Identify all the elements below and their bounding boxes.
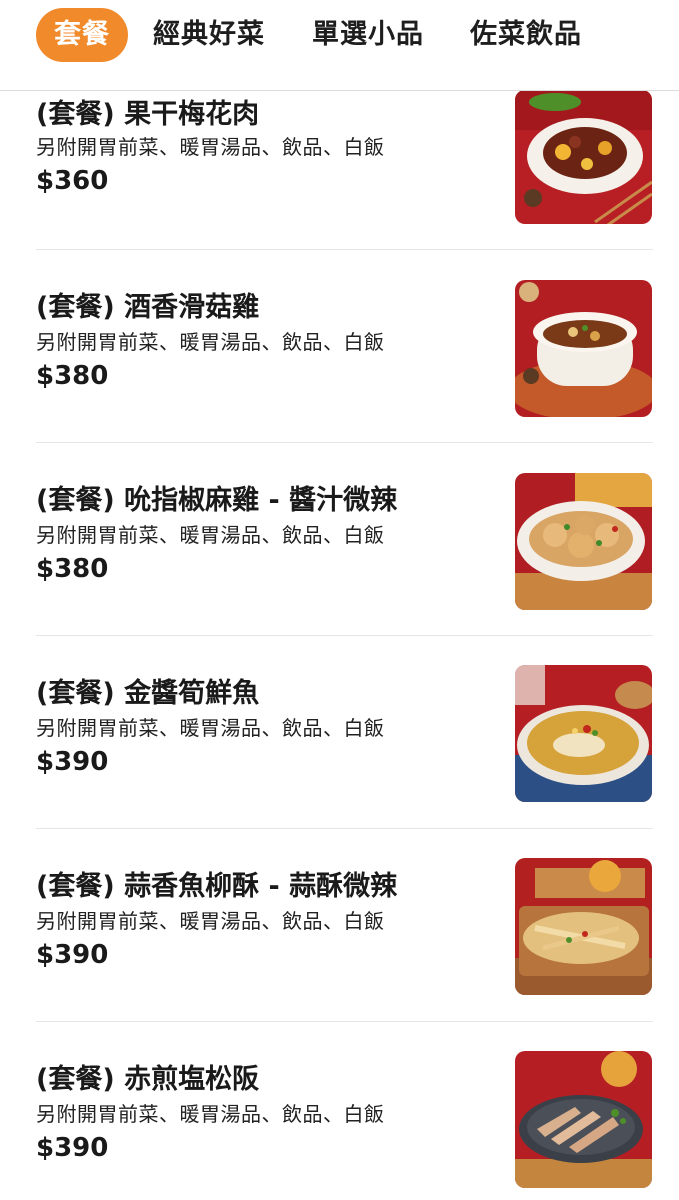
dish-photo[interactable] — [515, 280, 652, 417]
item-name: (套餐) 蒜香魚柳酥 - 蒜酥微辣 — [36, 871, 398, 902]
dish-photo[interactable] — [515, 473, 652, 610]
dish-photo[interactable] — [515, 90, 652, 224]
item-name: (套餐) 赤煎塩松阪 — [36, 1064, 260, 1095]
divider — [36, 828, 653, 829]
divider — [36, 249, 653, 250]
menu-item[interactable]: (套餐) 果干梅花肉 另附開胃前菜、暖胃湯品、飲品、白飯 $360 — [0, 90, 679, 282]
dish-photo[interactable] — [515, 858, 652, 995]
item-name: (套餐) 酒香滑菇雞 — [36, 292, 260, 323]
item-name: (套餐) 金醬筍鮮魚 — [36, 678, 260, 709]
item-name: (套餐) 果干梅花肉 — [36, 99, 260, 130]
item-description: 另附開胃前菜、暖胃湯品、飲品、白飯 — [36, 909, 385, 933]
item-price: $390 — [36, 1133, 109, 1163]
item-price: $390 — [36, 940, 109, 970]
tab-sides-drinks[interactable]: 佐菜飲品 — [470, 8, 582, 62]
menu-item[interactable]: (套餐) 金醬筍鮮魚 另附開胃前菜、暖胃湯品、飲品、白飯 $390 — [0, 665, 679, 863]
item-price: $360 — [36, 166, 109, 196]
divider — [36, 442, 653, 443]
item-description: 另附開胃前菜、暖胃湯品、飲品、白飯 — [36, 135, 385, 159]
menu-item[interactable]: (套餐) 蒜香魚柳酥 - 蒜酥微辣 另附開胃前菜、暖胃湯品、飲品、白飯 $390 — [0, 858, 679, 1056]
menu-item[interactable]: (套餐) 吮指椒麻雞 - 醬汁微辣 另附開胃前菜、暖胃湯品、飲品、白飯 $380 — [0, 473, 679, 670]
item-price: $390 — [36, 747, 109, 777]
item-price: $380 — [36, 554, 109, 584]
item-description: 另附開胃前菜、暖胃湯品、飲品、白飯 — [36, 523, 385, 547]
item-price: $380 — [36, 361, 109, 391]
item-description: 另附開胃前菜、暖胃湯品、飲品、白飯 — [36, 330, 385, 354]
category-tab-bar: 套餐 經典好菜 單選小品 佐菜飲品 — [0, 0, 679, 91]
menu-item[interactable]: (套餐) 赤煎塩松阪 另附開胃前菜、暖胃湯品、飲品、白飯 $390 — [0, 1051, 679, 1200]
menu-list[interactable]: (套餐) 果干梅花肉 另附開胃前菜、暖胃湯品、飲品、白飯 $360 (套餐) 酒… — [0, 0, 679, 1200]
menu-item[interactable]: (套餐) 酒香滑菇雞 另附開胃前菜、暖胃湯品、飲品、白飯 $380 — [0, 280, 679, 477]
item-description: 另附開胃前菜、暖胃湯品、飲品、白飯 — [36, 716, 385, 740]
tab-classic-dishes[interactable]: 經典好菜 — [153, 8, 265, 62]
item-name: (套餐) 吮指椒麻雞 - 醬汁微辣 — [36, 485, 398, 516]
tab-single-items[interactable]: 單選小品 — [312, 8, 424, 62]
divider — [36, 1021, 653, 1022]
item-description: 另附開胃前菜、暖胃湯品、飲品、白飯 — [36, 1102, 385, 1126]
dish-photo[interactable] — [515, 665, 652, 802]
tab-set-meal[interactable]: 套餐 — [36, 8, 128, 62]
dish-photo[interactable] — [515, 1051, 652, 1188]
divider — [36, 635, 653, 636]
